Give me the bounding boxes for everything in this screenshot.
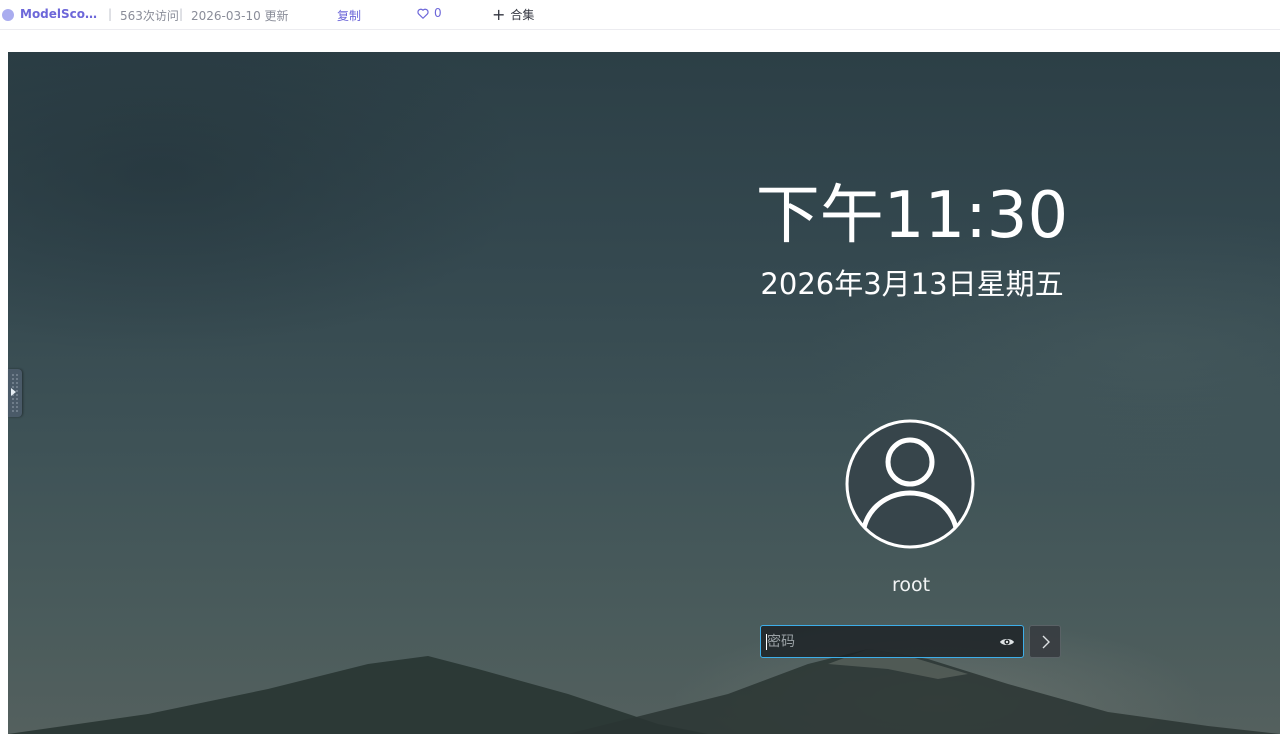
login-submit-button[interactable] bbox=[1029, 625, 1061, 658]
lock-screen bbox=[8, 52, 1280, 734]
site-name-link[interactable]: ModelScope... bbox=[20, 7, 104, 21]
wallpaper-haze bbox=[8, 52, 1280, 734]
password-field[interactable] bbox=[760, 625, 1024, 658]
updated-date: 2026-03-10 更新 bbox=[191, 9, 289, 23]
username-label: root bbox=[891, 574, 931, 596]
triangle-right-icon bbox=[11, 388, 16, 396]
copy-button[interactable]: 复制 bbox=[337, 7, 361, 24]
collection-label: 合集 bbox=[510, 8, 535, 22]
heart-icon bbox=[417, 8, 429, 19]
like-button[interactable]: 0 bbox=[417, 6, 442, 20]
clock-time: 下午11:30 bbox=[755, 179, 1069, 253]
wallpaper-mountains bbox=[8, 649, 1280, 734]
visit-count: 563次访问 bbox=[120, 9, 179, 23]
site-logo-icon bbox=[2, 9, 14, 21]
chevron-right-icon bbox=[1042, 635, 1050, 649]
clock-date: 2026年3月13日星期五 bbox=[760, 267, 1064, 301]
separator: | bbox=[179, 7, 184, 21]
add-to-collection-button[interactable]: + 合集 bbox=[492, 6, 534, 23]
eye-icon[interactable] bbox=[999, 634, 1015, 650]
password-input[interactable] bbox=[765, 627, 993, 656]
top-info-bar: ModelScope... | 563次访问 | 2026-03-10 更新 复… bbox=[0, 0, 1280, 30]
side-panel-toggle[interactable] bbox=[8, 369, 22, 417]
separator: | bbox=[108, 7, 113, 21]
like-count: 0 bbox=[434, 6, 442, 20]
text-caret bbox=[766, 634, 767, 650]
user-avatar-icon[interactable] bbox=[845, 419, 975, 549]
plus-icon: + bbox=[492, 4, 506, 24]
